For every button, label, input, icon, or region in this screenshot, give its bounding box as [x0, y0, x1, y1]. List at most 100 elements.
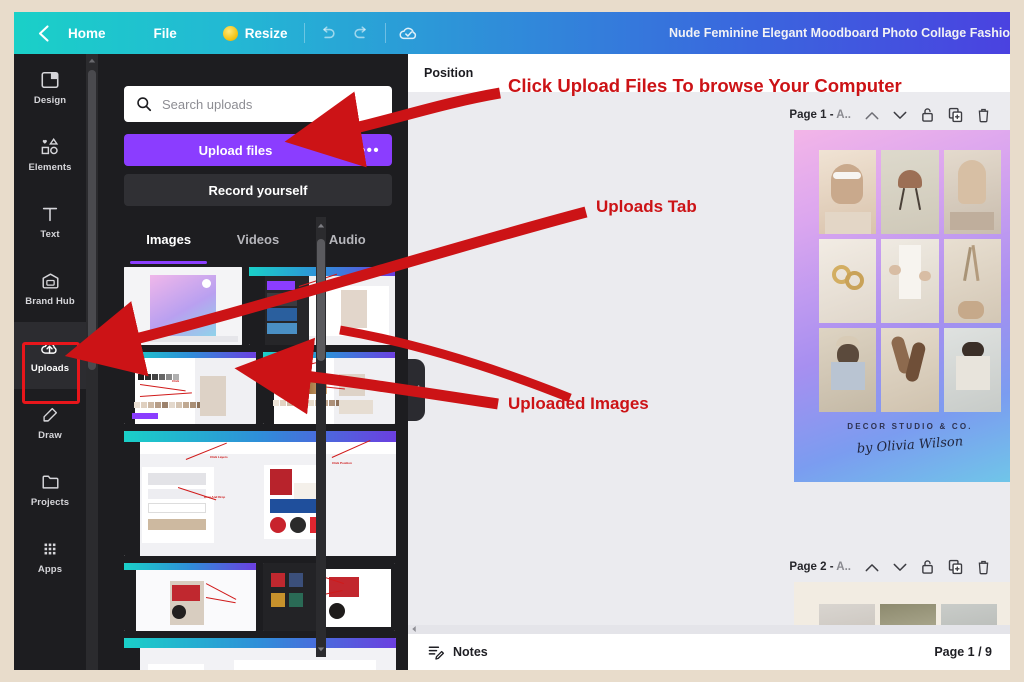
list-item[interactable]	[124, 638, 396, 670]
ellipsis-icon[interactable]: •••	[348, 142, 392, 159]
sidebar-item-label: Elements	[28, 161, 72, 173]
list-item[interactable]: Click Layers Drag And Drop Click Positio…	[124, 431, 396, 556]
rail-scroll-thumb[interactable]	[88, 70, 96, 370]
position-button[interactable]: Position	[424, 66, 473, 80]
photo-cell[interactable]	[881, 150, 939, 234]
sidebar-item-apps[interactable]: Apps	[14, 523, 86, 590]
search-uploads-box[interactable]	[124, 86, 392, 122]
sidebar-item-draw[interactable]: Draw	[14, 389, 86, 456]
design-title[interactable]: Nude Feminine Elegant Moodboard Photo Co…	[590, 12, 1010, 54]
home-button[interactable]: Home	[58, 20, 116, 47]
tab-videos[interactable]: Videos	[213, 226, 302, 260]
photo-cell[interactable]	[943, 328, 1001, 412]
undo-button[interactable]	[311, 16, 345, 50]
lock-page-button[interactable]	[921, 559, 934, 575]
text-icon	[42, 207, 58, 221]
tab-label: Videos	[236, 232, 280, 247]
lock-page-button[interactable]	[921, 107, 934, 123]
photo-cell[interactable]	[819, 328, 877, 412]
photo-cell[interactable]	[943, 150, 1001, 234]
sidebar-item-label: Uploads	[30, 362, 70, 374]
sidebar-item-design[interactable]: Design	[14, 54, 86, 121]
sidebar-item-label: Apps	[37, 563, 63, 575]
back-button[interactable]	[30, 24, 56, 42]
uploads-cloud-icon	[41, 342, 57, 354]
duplicate-icon	[948, 559, 963, 575]
list-item[interactable]: Click	[124, 352, 256, 424]
move-page-up-button[interactable]	[865, 563, 879, 572]
design-icon	[41, 71, 59, 88]
duplicate-page-button[interactable]	[948, 559, 963, 575]
toolbar-divider-1	[303, 23, 305, 43]
photo-cell[interactable]	[943, 239, 1001, 323]
uploads-scrollbar[interactable]	[316, 217, 326, 657]
chevron-up-icon[interactable]	[317, 222, 325, 229]
brand-hub-icon	[42, 272, 58, 289]
photo-cell[interactable]	[881, 239, 939, 323]
lock-icon	[922, 560, 933, 574]
sidebar-item-text[interactable]: Text	[14, 188, 86, 255]
thumbnail-row	[124, 638, 396, 670]
cloud-save-button[interactable]	[392, 16, 426, 50]
search-icon	[137, 97, 152, 112]
photo-cell[interactable]	[819, 150, 877, 234]
photo-cell[interactable]	[819, 239, 877, 323]
chevron-up-icon[interactable]	[88, 57, 96, 64]
chevron-left-icon[interactable]	[411, 625, 417, 633]
moodboard-page-1[interactable]: DECOR STUDIO & CO. by Olivia Wilson	[794, 130, 1010, 482]
undo-icon	[323, 25, 335, 38]
sidebar-item-label: Projects	[30, 496, 70, 508]
page-title-1[interactable]: Page 1 - A..	[789, 109, 851, 121]
resize-button[interactable]: Resize	[213, 20, 298, 47]
delete-page-button[interactable]	[977, 559, 990, 575]
sidebar-item-uploads[interactable]: Uploads	[14, 322, 86, 389]
record-yourself-button[interactable]: Record yourself	[124, 174, 392, 206]
sidebar-item-elements[interactable]: Elements	[14, 121, 86, 188]
elements-icon	[41, 137, 59, 154]
resize-label: Resize	[244, 25, 288, 41]
tab-images[interactable]: Images	[124, 226, 213, 264]
left-icon-rail: Design Elements Text Brand Hub Uploads D…	[14, 54, 86, 670]
list-item[interactable]	[124, 267, 242, 345]
delete-page-button[interactable]	[977, 107, 990, 123]
chevron-left-icon	[38, 24, 49, 42]
list-item[interactable]	[263, 563, 395, 631]
upload-files-label: Upload files	[198, 142, 273, 158]
upload-files-button[interactable]: Upload files •••	[124, 134, 392, 166]
move-page-down-button[interactable]	[893, 111, 907, 120]
move-page-up-button[interactable]	[865, 111, 879, 120]
rail-scrollbar[interactable]	[86, 54, 98, 670]
uploads-panel: Upload files ••• Record yourself Images …	[98, 54, 408, 670]
lock-icon	[922, 108, 933, 122]
thumbnail-row	[124, 267, 396, 345]
photo-cell[interactable]	[881, 328, 939, 412]
move-page-down-button[interactable]	[893, 563, 907, 572]
page-header-1: Page 1 - A..	[408, 100, 1010, 130]
redo-icon	[354, 25, 366, 38]
page-title-2[interactable]: Page 2 - A..	[789, 561, 851, 573]
cloud-check-icon	[399, 27, 417, 39]
redo-button[interactable]	[345, 16, 379, 50]
list-item[interactable]	[263, 352, 395, 424]
chevron-down-icon[interactable]	[317, 646, 325, 653]
notes-button[interactable]: Notes	[428, 644, 488, 660]
sidebar-item-projects[interactable]: Projects	[14, 456, 86, 523]
uploads-scroll-thumb[interactable]	[317, 239, 325, 361]
chevron-down-icon	[893, 563, 907, 571]
search-input[interactable]	[162, 96, 372, 112]
uploaded-images-grid: Click Click Layers Drag And Drop Click P…	[124, 267, 396, 670]
toolbar-divider-2	[384, 23, 386, 43]
record-yourself-label: Record yourself	[208, 182, 308, 198]
draw-pen-icon	[43, 407, 58, 422]
list-item[interactable]	[124, 563, 256, 631]
duplicate-page-button[interactable]	[948, 107, 963, 123]
horizontal-scrollbar[interactable]	[408, 625, 1010, 634]
file-menu-button[interactable]: File	[144, 20, 187, 47]
uploads-tabs: Images Videos Audio	[124, 226, 392, 264]
notes-icon	[428, 646, 445, 660]
photo-grid	[819, 150, 1001, 412]
sidebar-item-brand-hub[interactable]: Brand Hub	[14, 255, 86, 322]
thumbnail-row: Click Layers Drag And Drop Click Positio…	[124, 431, 396, 556]
top-toolbar: Home File Resize Nude Feminine Elegant M…	[14, 12, 1010, 54]
page-header-2: Page 2 - A..	[408, 552, 1010, 582]
